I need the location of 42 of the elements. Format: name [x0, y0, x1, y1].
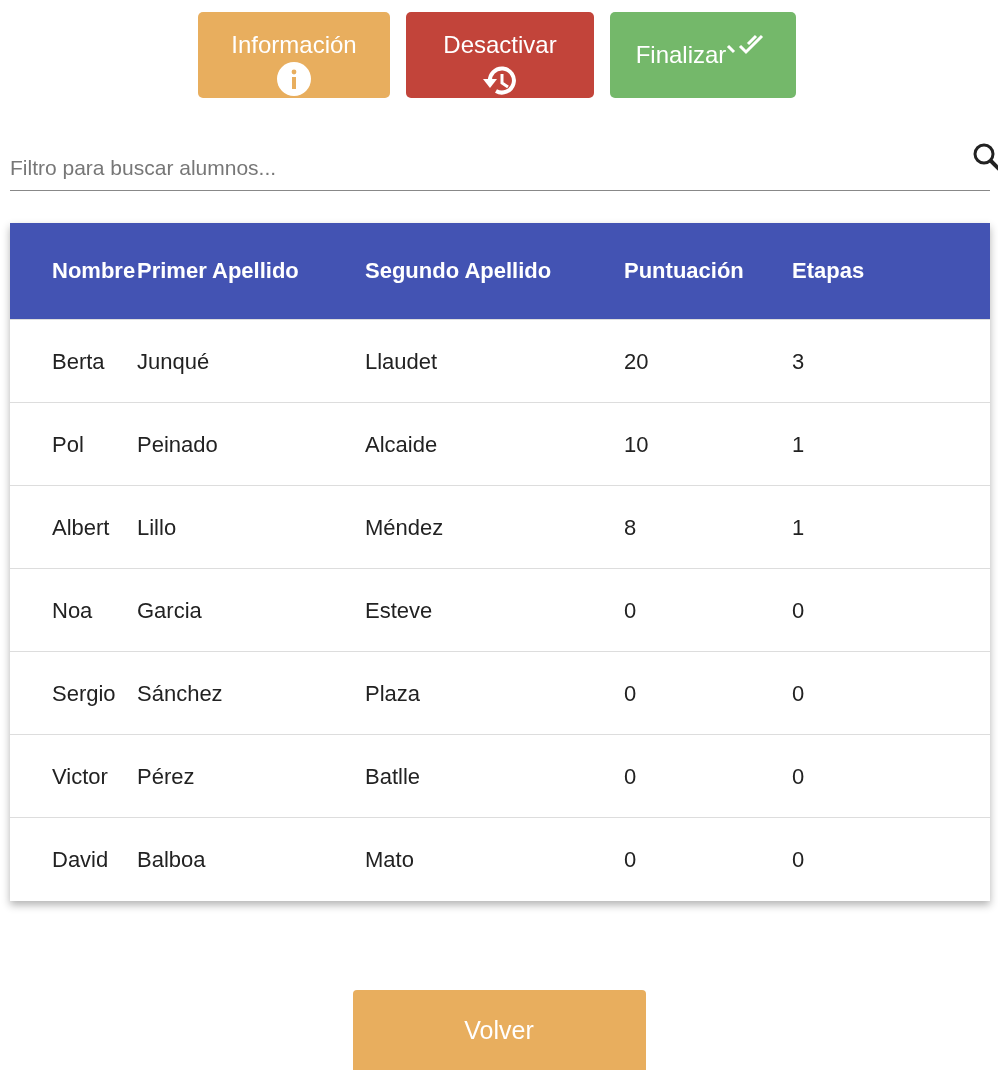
table-cell: 0: [624, 734, 792, 818]
table-cell: 0: [624, 568, 792, 652]
table-cell: Mato: [365, 817, 624, 901]
column-header[interactable]: Nombre: [10, 222, 137, 320]
table-cell: 10: [624, 402, 792, 486]
info-icon: [277, 62, 311, 96]
table-cell: Plaza: [365, 651, 624, 735]
table-cell: 0: [792, 651, 990, 735]
table-cell: David: [10, 817, 137, 901]
table-cell: Llaudet: [365, 319, 624, 403]
table-cell: Pol: [10, 402, 137, 486]
table-cell: Peinado: [137, 402, 365, 486]
table-cell: Berta: [10, 319, 137, 403]
table-cell: Batlle: [365, 734, 624, 818]
table-cell: 0: [624, 651, 792, 735]
table-cell: Junqué: [137, 319, 365, 403]
table-cell: 0: [792, 568, 990, 652]
table-cell: Victor: [10, 734, 137, 818]
table-cell: 3: [792, 319, 990, 403]
table-cell: 1: [792, 485, 990, 569]
action-button[interactable]: Desactivar: [406, 12, 594, 98]
table-cell: Sánchez: [137, 651, 365, 735]
table-cell: Méndez: [365, 485, 624, 569]
table-cell: Lillo: [137, 485, 365, 569]
column-header[interactable]: Puntuación: [624, 222, 792, 320]
table-cell: Alcaide: [365, 402, 624, 486]
table-cell: Pérez: [137, 734, 365, 818]
table-cell: Balboa: [137, 817, 365, 901]
column-header[interactable]: Etapas: [792, 222, 990, 320]
table-cell: 1: [792, 402, 990, 486]
column-header[interactable]: Segundo Apellido: [365, 222, 624, 320]
table-cell: 0: [624, 817, 792, 901]
column-header[interactable]: Primer Apellido: [137, 222, 365, 320]
table-cell: Esteve: [365, 568, 624, 652]
table-cell: 8: [624, 485, 792, 569]
table-cell: Sergio: [10, 651, 137, 735]
table-cell: 0: [792, 817, 990, 901]
table-cell: Noa: [10, 568, 137, 652]
table-cell: 20: [624, 319, 792, 403]
table-cell: 0: [792, 734, 990, 818]
table-cell: Albert: [10, 485, 137, 569]
table-cell: Garcia: [137, 568, 365, 652]
